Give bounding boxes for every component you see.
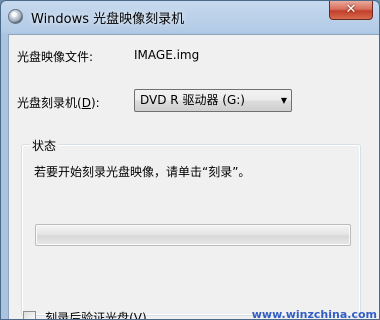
burner-label-prefix: 光盘刻录机( xyxy=(17,96,82,110)
status-instruction: 若要开始刻录光盘映像，请单击“刻录”。 xyxy=(34,165,251,179)
chevron-down-icon[interactable]: ▼ xyxy=(281,90,287,111)
status-group: 状态 若要开始刻录光盘映像，请单击“刻录”。 xyxy=(21,137,361,316)
status-group-title: 状态 xyxy=(30,137,59,154)
image-file-label: 光盘映像文件: xyxy=(17,50,94,64)
watermark: www.winzchina.com xyxy=(251,308,377,320)
image-file-value: IMAGE.img xyxy=(134,48,200,62)
burner-label: 光盘刻录机(D): xyxy=(17,94,100,111)
verify-checkbox-label[interactable]: 刻录后验证光盘(V) xyxy=(45,309,147,319)
disc-icon xyxy=(8,9,23,24)
burner-label-hotkey: D xyxy=(81,96,91,110)
verify-checkbox[interactable] xyxy=(23,311,36,319)
close-button[interactable]: ✕ xyxy=(329,1,373,20)
dialog-body: 光盘映像文件: IMAGE.img 光盘刻录机(D): DVD R 驱动器 (G… xyxy=(8,34,379,320)
burner-label-suffix: ): xyxy=(90,96,100,110)
title-bar[interactable]: Windows 光盘映像刻录机 ✕ xyxy=(1,1,379,34)
window-title: Windows 光盘映像刻录机 xyxy=(31,12,185,27)
verify-option[interactable]: 刻录后验证光盘(V) xyxy=(23,307,147,319)
burn-progress-bar xyxy=(35,224,351,246)
burner-selected-value: DVD R 驱动器 (G:) xyxy=(140,93,245,107)
burner-select[interactable]: DVD R 驱动器 (G:) ▼ xyxy=(134,89,292,112)
burner-window: Windows 光盘映像刻录机 ✕ 光盘映像文件: IMAGE.img 光盘刻录… xyxy=(0,0,380,320)
